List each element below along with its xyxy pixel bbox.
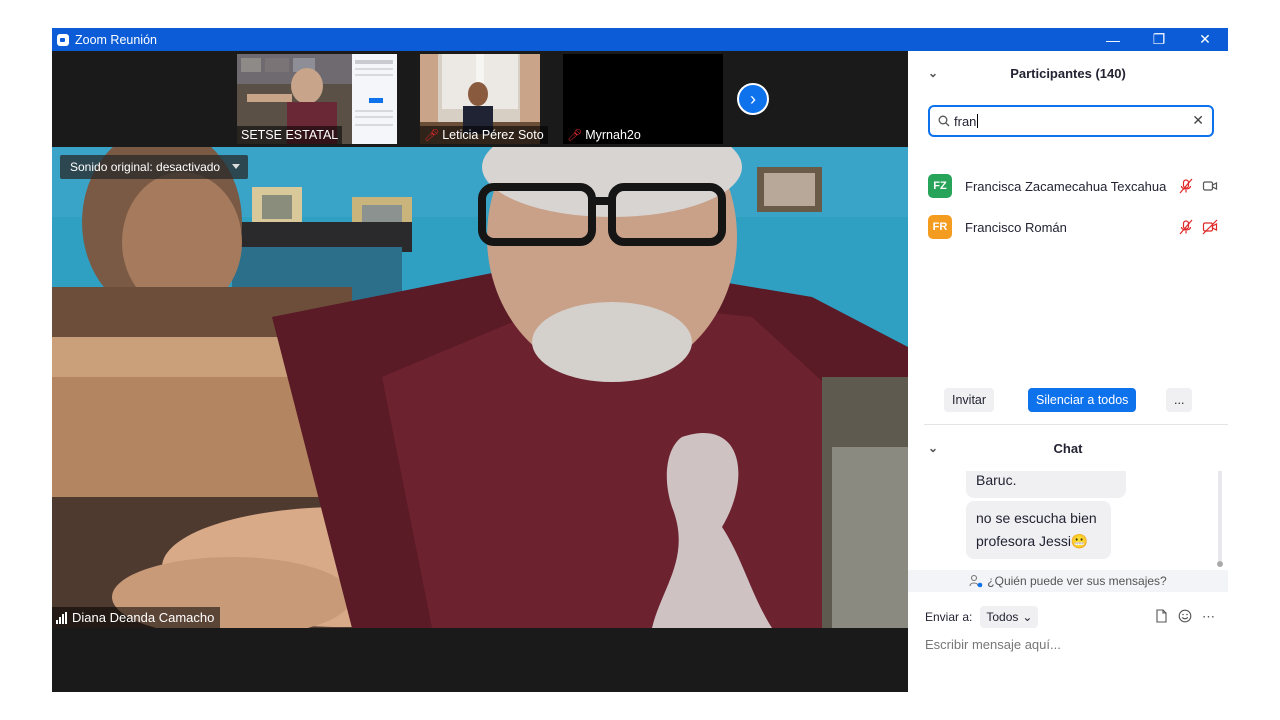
more-options-button[interactable]: ... — [1166, 388, 1193, 412]
file-icon[interactable] — [1154, 609, 1168, 623]
chat-message-input[interactable]: Escribir mensaje aquí... — [925, 637, 1215, 652]
title-bar: Zoom Reunión — ❐ ✕ — [52, 28, 1228, 51]
chat-message: no se escucha bien profesora Jessi😬 — [966, 501, 1111, 559]
side-panel: ⌄ Participantes (140) fran ✕ FZ Francisc… — [908, 51, 1228, 692]
participants-header: ⌄ Participantes (140) — [908, 51, 1228, 95]
main-video-image — [52, 147, 908, 628]
invite-button[interactable]: Invitar — [944, 388, 995, 412]
zoom-app-icon — [57, 33, 69, 46]
restore-icon[interactable]: ❐ — [1136, 28, 1182, 51]
muted-mic-icon[interactable] — [1178, 219, 1194, 235]
thumbnail-name: SETSE ESTATAL — [241, 128, 339, 142]
thumbnail-name: Myrnah2o — [585, 128, 641, 142]
participant-row[interactable]: FZ Francisca Zacamecahua Texcahua — [928, 171, 1218, 201]
zoom-window: Zoom Reunión — ❐ ✕ SETSE ESTATAL 🎤︎ Leti… — [52, 28, 1228, 692]
thumbnail-name-label: 🎤︎ Myrnah2o — [563, 126, 645, 144]
privacy-icon — [969, 574, 983, 588]
thumbnail-name-label: SETSE ESTATAL — [237, 126, 343, 144]
video-off-icon[interactable] — [1202, 219, 1218, 235]
participants-title: Participantes (140) — [1010, 65, 1126, 81]
emoji-icon[interactable] — [1178, 609, 1192, 623]
more-icon[interactable]: ⋯ — [1202, 609, 1215, 625]
chat-tools: ⋯ — [1154, 609, 1215, 625]
muted-mic-icon: 🎤︎ — [424, 128, 440, 142]
video-area: SETSE ESTATAL 🎤︎ Leticia Pérez Soto 🎤︎ M… — [52, 51, 908, 692]
speaker-name: Diana Deanda Camacho — [72, 610, 215, 625]
mute-all-button[interactable]: Silenciar a todos — [1028, 388, 1137, 412]
chevron-down-icon[interactable]: ⌄ — [928, 441, 938, 455]
speaker-name-label: Diana Deanda Camacho — [52, 607, 221, 628]
thumbnail-video[interactable]: SETSE ESTATAL — [237, 54, 397, 144]
muted-mic-icon[interactable] — [1178, 178, 1194, 194]
participant-name: Francisco Román — [965, 219, 1067, 235]
who-can-see-text: ¿Quién puede ver sus mensajes? — [987, 574, 1167, 588]
minimize-icon[interactable]: — — [1090, 28, 1136, 51]
chat-header: ⌄ Chat — [908, 433, 1228, 463]
muted-mic-icon: 🎤︎ — [567, 128, 583, 142]
original-sound-dropdown[interactable]: Sonido original: desactivado — [60, 155, 249, 179]
thumbnail-name: Leticia Pérez Soto — [442, 128, 544, 142]
chat-title: Chat — [1053, 440, 1083, 456]
window-controls: — ❐ ✕ — [1090, 28, 1228, 51]
who-can-see-link[interactable]: ¿Quién puede ver sus mensajes? — [908, 570, 1228, 592]
participant-name: Francisca Zacamecahua Texcahua — [965, 178, 1167, 194]
participant-search-input[interactable]: fran ✕ — [928, 105, 1214, 137]
avatar: FZ — [928, 174, 952, 198]
signal-strength-icon — [56, 611, 67, 624]
chat-messages: Baruc. no se escucha bien profesora Jess… — [908, 471, 1228, 571]
clear-search-icon[interactable]: ✕ — [1192, 112, 1204, 129]
participant-row[interactable]: FR Francisco Román — [928, 212, 1218, 242]
participant-actions: Invitar Silenciar a todos ... — [908, 388, 1228, 418]
search-icon — [938, 115, 950, 127]
chevron-right-icon: › — [750, 88, 756, 109]
close-icon[interactable]: ✕ — [1182, 28, 1228, 51]
send-to-value: Todos — [986, 610, 1019, 624]
main-speaker-video: Sonido original: desactivado Diana Deand… — [52, 147, 908, 628]
send-to-label: Enviar a: — [925, 610, 973, 624]
thumbnail-video[interactable]: 🎤︎ Myrnah2o — [563, 54, 723, 144]
chat-message: Baruc. — [966, 471, 1126, 498]
next-page-button[interactable]: › — [737, 83, 769, 115]
chevron-down-icon — [232, 164, 241, 169]
window-title: Zoom Reunión — [75, 32, 157, 47]
text-cursor — [977, 114, 979, 128]
thumbnail-name-label: 🎤︎ Leticia Pérez Soto — [420, 126, 548, 144]
divider — [924, 424, 1228, 425]
chat-scrollbar-thumb[interactable] — [1217, 561, 1223, 567]
original-sound-label: Sonido original: desactivado — [70, 160, 221, 174]
chevron-down-icon: ⌄ — [1022, 610, 1033, 624]
send-to-dropdown[interactable]: Todos ⌄ — [980, 606, 1039, 628]
search-value: fran — [954, 113, 977, 129]
chat-scrollbar[interactable] — [1218, 471, 1222, 561]
avatar: FR — [928, 215, 952, 239]
chevron-down-icon[interactable]: ⌄ — [928, 66, 938, 80]
video-camera-icon[interactable] — [1202, 178, 1218, 194]
thumbnail-video[interactable]: 🎤︎ Leticia Pérez Soto — [420, 54, 580, 144]
send-to-row: Enviar a: Todos ⌄ ⋯ — [925, 606, 1215, 628]
